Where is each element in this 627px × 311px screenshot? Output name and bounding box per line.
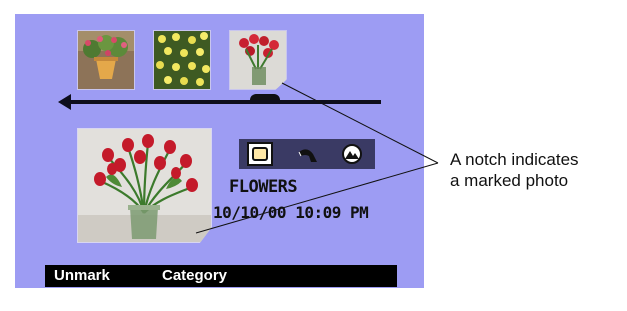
category-softkey-button[interactable]: Category bbox=[162, 267, 227, 285]
tulip-vase-photo bbox=[230, 31, 286, 89]
potted-flowers-photo bbox=[78, 31, 134, 89]
tulip-vase-photo bbox=[78, 129, 211, 242]
softkey-bar: Unmark Category bbox=[45, 265, 397, 287]
photo-timestamp: 10/10/00 10:09 PM bbox=[213, 203, 369, 222]
photo-category-label: FLOWERS bbox=[229, 177, 298, 197]
yellow-flowers-photo bbox=[154, 31, 210, 89]
camera-lcd-screen: FLOWERS 10/10/00 10:09 PM Unmark Categor… bbox=[15, 14, 424, 288]
annotation-line-1: A notch indicates bbox=[450, 150, 579, 169]
annotation-callout: A notch indicates a marked photo bbox=[450, 149, 625, 191]
thumbnail-potted-flowers[interactable] bbox=[77, 30, 135, 90]
thumbnail-yellow-flowers[interactable] bbox=[153, 30, 211, 90]
selected-photo-preview bbox=[77, 128, 212, 243]
review-mode-icon[interactable] bbox=[339, 142, 365, 166]
thumbnail-scroll-track bbox=[63, 100, 381, 104]
mode-selector-bar bbox=[239, 139, 375, 169]
thumbnail-tulip-vase-marked[interactable] bbox=[229, 30, 287, 90]
unmark-softkey-button[interactable]: Unmark bbox=[54, 267, 110, 285]
scroll-mode-icon[interactable] bbox=[295, 142, 321, 166]
annotation-line-2: a marked photo bbox=[450, 171, 569, 190]
picture-mode-icon[interactable] bbox=[247, 142, 273, 166]
